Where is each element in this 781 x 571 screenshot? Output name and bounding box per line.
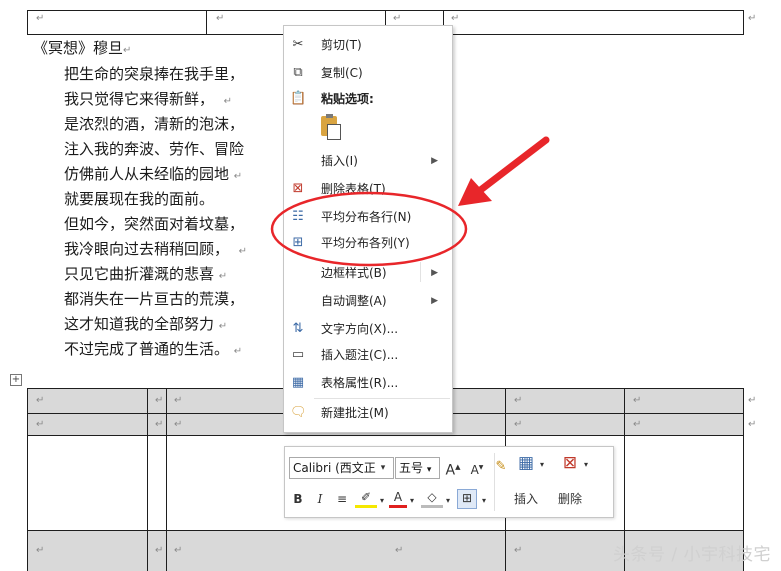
- watermark: 头条号 / 小宇科技宅: [612, 545, 771, 565]
- annotation-overlay: [270, 136, 550, 267]
- highlight-ellipse: [270, 191, 468, 267]
- annotation-arrow: [470, 136, 550, 199]
